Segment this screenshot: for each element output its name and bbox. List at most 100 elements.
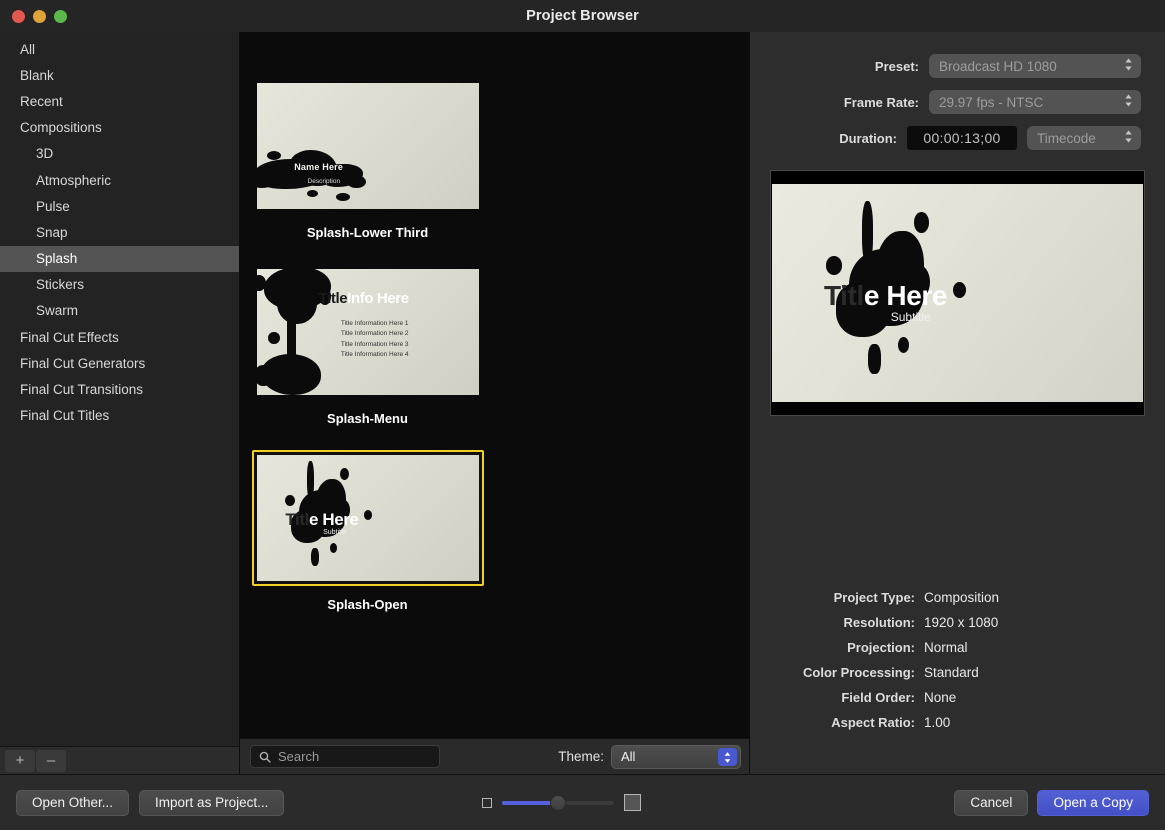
main-body: All Blank Recent Compositions 3D Atmosph…	[0, 32, 1165, 774]
thumbnail-frame-selected: Title Here Subtitle	[252, 450, 484, 586]
large-thumbnail-icon[interactable]	[624, 794, 641, 811]
info-row-aspect-ratio: Aspect Ratio: 1.00	[774, 715, 1141, 730]
thumbnail-size-slider[interactable]	[482, 794, 641, 811]
sidebar-item-compositions[interactable]: Compositions	[0, 115, 239, 141]
sidebar-item-final-cut-generators[interactable]: Final Cut Generators	[0, 350, 239, 376]
import-as-project-button[interactable]: Import as Project...	[139, 790, 284, 816]
sidebar-item-label: Snap	[36, 225, 68, 240]
sidebar-item-final-cut-effects[interactable]: Final Cut Effects	[0, 324, 239, 350]
duration-unit-select[interactable]: Timecode	[1027, 126, 1141, 150]
sidebar-item-label: Final Cut Titles	[20, 408, 109, 423]
sidebar-item-recent[interactable]: Recent	[0, 88, 239, 114]
preview-canvas: Title Here Subtitle	[772, 184, 1143, 402]
sidebar-item-swarm[interactable]: Swarm	[0, 298, 239, 324]
info-line: Title Information Here 1	[341, 319, 409, 329]
sidebar-item-stickers[interactable]: Stickers	[0, 272, 239, 298]
preset-select[interactable]: Broadcast HD 1080	[929, 54, 1141, 78]
sidebar-item-blank[interactable]: Blank	[0, 62, 239, 88]
template-browser: Name Here Description Splash-Lower Third	[240, 32, 750, 774]
frame-rate-select[interactable]: 29.97 fps - NTSC	[929, 90, 1141, 114]
info-label: Field Order:	[774, 690, 924, 705]
open-a-copy-button[interactable]: Open a Copy	[1037, 790, 1149, 816]
info-row-projection: Projection: Normal	[774, 640, 1141, 655]
inspector-panel: Preset: Broadcast HD 1080 Frame Rate: 29…	[750, 32, 1165, 774]
template-tile-splash-open[interactable]: Title Here Subtitle Splash-Open	[240, 450, 495, 612]
sidebar-item-snap[interactable]: Snap	[0, 219, 239, 245]
info-label: Projection:	[774, 640, 924, 655]
theme-filter: Theme: All	[558, 745, 741, 769]
info-label: Aspect Ratio:	[774, 715, 924, 730]
frame-rate-row: Frame Rate: 29.97 fps - NTSC	[774, 90, 1141, 114]
template-tile-splash-menu[interactable]: TitleInfo Here Title Information Here 1 …	[240, 264, 495, 426]
info-line: Title Information Here 3	[341, 340, 409, 350]
template-grid: Name Here Description Splash-Lower Third	[240, 32, 749, 738]
remove-button[interactable]: –	[36, 750, 66, 772]
add-button[interactable]: +	[5, 750, 35, 772]
thumbnail-subtitle-text: Subtitle	[323, 529, 346, 536]
title-dark: Titl	[285, 510, 309, 529]
search-icon	[259, 751, 271, 763]
dialog-actions: Cancel Open a Copy	[954, 790, 1149, 816]
preset-value: Broadcast HD 1080	[939, 59, 1057, 74]
template-tile-splash-lower-third[interactable]: Name Here Description Splash-Lower Third	[240, 78, 495, 240]
template-tile-label: Splash-Lower Third	[307, 225, 428, 240]
cancel-button[interactable]: Cancel	[954, 790, 1028, 816]
sidebar-item-label: Final Cut Effects	[20, 330, 119, 345]
info-row-resolution: Resolution: 1920 x 1080	[774, 615, 1141, 630]
titlebar: Project Browser	[0, 0, 1165, 32]
sidebar-item-label: Swarm	[36, 303, 78, 318]
thumbnail-name-text: Name Here	[294, 162, 343, 172]
inspector-form: Preset: Broadcast HD 1080 Frame Rate: 29…	[750, 32, 1165, 162]
frame-rate-value: 29.97 fps - NTSC	[939, 95, 1043, 110]
sidebar-item-atmospheric[interactable]: Atmospheric	[0, 167, 239, 193]
search-input[interactable]: Search	[250, 745, 440, 768]
close-button[interactable]	[12, 10, 25, 23]
duration-label: Duration:	[839, 131, 897, 146]
theme-select[interactable]: All	[611, 745, 741, 769]
sidebar-item-label: Pulse	[36, 199, 70, 214]
thumbnail-title-text: Title Here	[285, 510, 358, 530]
sidebar-item-label: Recent	[20, 94, 63, 109]
sidebar-item-label: Final Cut Generators	[20, 356, 145, 371]
chevron-updown-icon	[718, 748, 737, 766]
search-placeholder: Search	[278, 749, 319, 764]
info-value: Composition	[924, 590, 999, 605]
thumbnail-description-text: Description	[308, 178, 341, 185]
preset-label: Preset:	[875, 59, 919, 74]
frame-rate-label: Frame Rate:	[844, 95, 919, 110]
thumbnail-image: Title Here Subtitle	[257, 455, 479, 581]
project-browser-window: Project Browser All Blank Recent Composi…	[0, 0, 1165, 830]
sidebar-item-3d[interactable]: 3D	[0, 141, 239, 167]
sidebar-item-all[interactable]: All	[0, 36, 239, 62]
template-tile-label: Splash-Open	[327, 597, 407, 612]
theme-label: Theme:	[558, 749, 604, 764]
sidebar-footer: + –	[0, 746, 239, 774]
slider-track[interactable]	[502, 801, 614, 805]
sidebar-item-pulse[interactable]: Pulse	[0, 193, 239, 219]
slider-knob[interactable]	[550, 795, 566, 811]
info-label: Project Type:	[774, 590, 924, 605]
title-dark: Title	[319, 290, 348, 307]
info-value: 1920 x 1080	[924, 615, 998, 630]
open-other-button[interactable]: Open Other...	[16, 790, 129, 816]
sidebar-item-label: All	[20, 42, 35, 57]
sidebar-item-final-cut-transitions[interactable]: Final Cut Transitions	[0, 376, 239, 402]
sidebar-list[interactable]: All Blank Recent Compositions 3D Atmosph…	[0, 32, 239, 746]
sidebar-item-splash[interactable]: Splash	[0, 246, 239, 272]
info-value: Standard	[924, 665, 979, 680]
preview-image[interactable]: Title Here Subtitle	[770, 170, 1145, 416]
preview-container: Title Here Subtitle	[770, 170, 1145, 416]
zoom-button[interactable]	[54, 10, 67, 23]
info-value: Normal	[924, 640, 968, 655]
thumbnail-image: Name Here Description	[257, 83, 479, 209]
project-info-list: Project Type: Composition Resolution: 19…	[750, 590, 1165, 774]
duration-unit-value: Timecode	[1037, 131, 1096, 146]
duration-field[interactable]: 00:00:13;00	[907, 126, 1017, 150]
duration-value: 00:00:13;00	[923, 130, 1000, 146]
minimize-button[interactable]	[33, 10, 46, 23]
small-thumbnail-icon[interactable]	[482, 798, 492, 808]
thumbnail-frame: Name Here Description	[252, 78, 484, 214]
sidebar-item-label: 3D	[36, 146, 53, 161]
thumbnail-title-text: TitleInfo Here	[319, 290, 409, 307]
sidebar-item-final-cut-titles[interactable]: Final Cut Titles	[0, 403, 239, 429]
